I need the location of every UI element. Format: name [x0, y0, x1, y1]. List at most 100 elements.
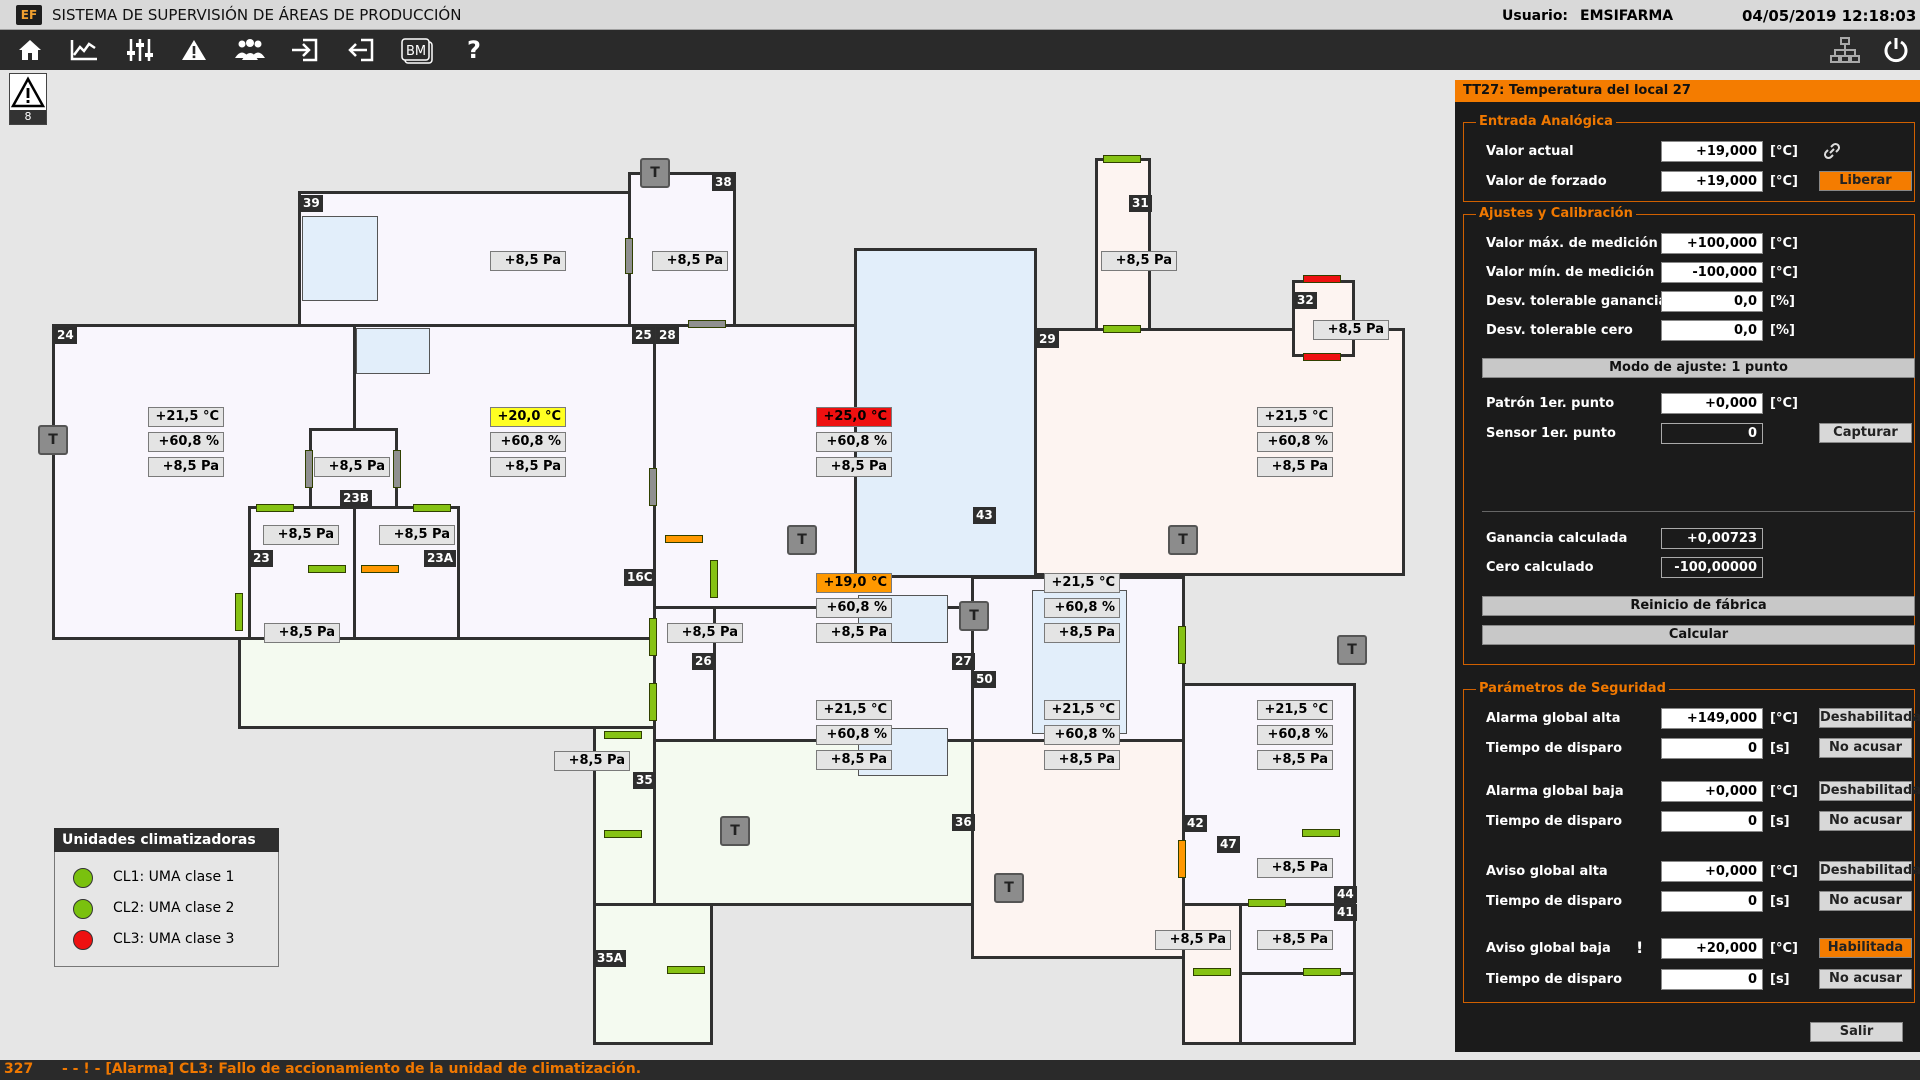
temperature-reading[interactable]: +21,5 °C	[1257, 407, 1333, 427]
temperature-sensor-button[interactable]: T	[1337, 635, 1367, 665]
max-measure-input[interactable]: +100,000	[1661, 233, 1763, 254]
adjustments-button[interactable]	[120, 34, 160, 66]
high-warning-input[interactable]: +0,000	[1661, 861, 1763, 882]
pressure-reading[interactable]: +8,5 Pa	[1257, 858, 1333, 878]
pressure-reading[interactable]: +8,5 Pa	[1101, 251, 1177, 271]
pressure-reading[interactable]: +8,5 Pa	[1313, 320, 1389, 340]
room-35a[interactable]	[593, 903, 713, 1045]
calculate-button[interactable]: Calcular	[1482, 625, 1915, 645]
pressure-reading[interactable]: +8,5 Pa	[652, 251, 728, 271]
pressure-reading[interactable]: +8,5 Pa	[1257, 930, 1333, 950]
door-status[interactable]	[649, 683, 657, 721]
door-status[interactable]	[1103, 325, 1141, 333]
alarms-button[interactable]	[174, 34, 214, 66]
no-ack-button[interactable]: No acusar	[1819, 738, 1912, 758]
temperature-sensor-button[interactable]: T	[38, 425, 68, 455]
high-alarm-toggle[interactable]: Deshabilitada	[1819, 708, 1920, 728]
low-alarm-toggle[interactable]: Deshabilitada	[1819, 781, 1920, 801]
door-closed[interactable]	[649, 468, 657, 506]
factory-reset-button[interactable]: Reinicio de fábrica	[1482, 596, 1915, 616]
temperature-reading[interactable]: +21,5 °C	[1044, 700, 1120, 720]
humidity-reading[interactable]: +60,8 %	[816, 725, 892, 745]
pressure-reading[interactable]: +8,5 Pa	[264, 623, 340, 643]
door-status[interactable]	[1103, 155, 1141, 163]
pattern-input[interactable]: +0,000	[1661, 393, 1763, 414]
release-button[interactable]: Liberar	[1819, 171, 1912, 191]
logout-button[interactable]	[340, 34, 380, 66]
room-41[interactable]	[1239, 972, 1356, 1045]
temperature-sensor-button[interactable]: T	[640, 158, 670, 188]
gain-tolerance-input[interactable]: 0,0	[1661, 291, 1763, 312]
door-warning[interactable]	[1178, 840, 1186, 878]
door-status[interactable]	[649, 618, 657, 656]
trigger-time-input[interactable]: 0	[1661, 738, 1763, 759]
temperature-reading[interactable]: +21,5 °C	[1044, 573, 1120, 593]
door-status[interactable]	[710, 560, 718, 598]
adjust-mode-selector[interactable]: Modo de ajuste: 1 punto	[1482, 358, 1915, 378]
high-alarm-input[interactable]: +149,000	[1661, 708, 1763, 729]
temperature-reading[interactable]: +20,0 °C	[490, 407, 566, 427]
temperature-reading[interactable]: +21,5 °C	[148, 407, 224, 427]
network-button[interactable]	[1825, 34, 1865, 66]
temperature-sensor-button[interactable]: T	[720, 816, 750, 846]
door-closed[interactable]	[688, 320, 726, 328]
temperature-reading[interactable]: +21,5 °C	[816, 700, 892, 720]
door-status[interactable]	[235, 593, 243, 631]
door-status[interactable]	[1178, 626, 1186, 664]
humidity-reading[interactable]: +60,8 %	[1257, 725, 1333, 745]
door-status[interactable]	[604, 830, 642, 838]
humidity-reading[interactable]: +60,8 %	[1044, 598, 1120, 618]
door-alarm[interactable]	[1303, 353, 1341, 361]
door-status[interactable]	[413, 504, 451, 512]
low-warning-toggle[interactable]: Habilitada	[1819, 938, 1912, 958]
pressure-reading[interactable]: +8,5 Pa	[1155, 930, 1231, 950]
pressure-reading[interactable]: +8,5 Pa	[816, 623, 892, 643]
door-status[interactable]	[1248, 899, 1286, 907]
pressure-reading[interactable]: +8,5 Pa	[490, 457, 566, 477]
no-ack-button[interactable]: No acusar	[1819, 969, 1912, 989]
room-29[interactable]	[1034, 328, 1405, 576]
pressure-reading[interactable]: +8,5 Pa	[314, 457, 390, 477]
pressure-reading[interactable]: +8,5 Pa	[816, 457, 892, 477]
temperature-reading[interactable]: +21,5 °C	[1257, 700, 1333, 720]
power-button[interactable]	[1876, 34, 1916, 66]
humidity-reading[interactable]: +60,8 %	[816, 598, 892, 618]
pressure-reading[interactable]: +8,5 Pa	[554, 751, 630, 771]
pressure-reading[interactable]: +8,5 Pa	[263, 525, 339, 545]
pressure-reading[interactable]: +8,5 Pa	[816, 750, 892, 770]
bms-button[interactable]: BM	[396, 34, 436, 66]
users-button[interactable]	[230, 34, 270, 66]
pressure-reading[interactable]: +8,5 Pa	[1044, 623, 1120, 643]
door-closed[interactable]	[393, 450, 401, 488]
door-status[interactable]	[256, 504, 294, 512]
humidity-reading[interactable]: +60,8 %	[1257, 432, 1333, 452]
pressure-reading[interactable]: +8,5 Pa	[379, 525, 455, 545]
temperature-reading-warning[interactable]: +19,0 °C	[816, 573, 892, 593]
door-alarm[interactable]	[1303, 275, 1341, 283]
trends-button[interactable]	[64, 34, 104, 66]
temperature-sensor-button[interactable]: T	[994, 873, 1024, 903]
pressure-reading[interactable]: +8,5 Pa	[1257, 457, 1333, 477]
no-ack-button[interactable]: No acusar	[1819, 811, 1912, 831]
low-warning-input[interactable]: +20,000	[1661, 938, 1763, 959]
home-button[interactable]	[10, 34, 50, 66]
no-ack-button[interactable]: No acusar	[1819, 891, 1912, 911]
trigger-time-input[interactable]: 0	[1661, 811, 1763, 832]
pressure-reading[interactable]: +8,5 Pa	[490, 251, 566, 271]
pressure-reading[interactable]: +8,5 Pa	[1044, 750, 1120, 770]
trigger-time-input[interactable]: 0	[1661, 969, 1763, 990]
forced-value-input[interactable]: +19,000	[1661, 171, 1763, 192]
min-measure-input[interactable]: -100,000	[1661, 262, 1763, 283]
low-alarm-input[interactable]: +0,000	[1661, 781, 1763, 802]
door-status[interactable]	[1193, 968, 1231, 976]
door-closed[interactable]	[625, 238, 633, 274]
door-status[interactable]	[308, 565, 346, 573]
humidity-reading[interactable]: +60,8 %	[490, 432, 566, 452]
alarm-message[interactable]: - - ! - [Alarma] CL3: Fallo de accionami…	[62, 1061, 641, 1077]
door-status[interactable]	[1302, 829, 1340, 837]
zero-tolerance-input[interactable]: 0,0	[1661, 320, 1763, 341]
link-icon[interactable]	[1822, 141, 1842, 161]
door-warning[interactable]	[665, 535, 703, 543]
door-status[interactable]	[1303, 968, 1341, 976]
trigger-time-input[interactable]: 0	[1661, 891, 1763, 912]
